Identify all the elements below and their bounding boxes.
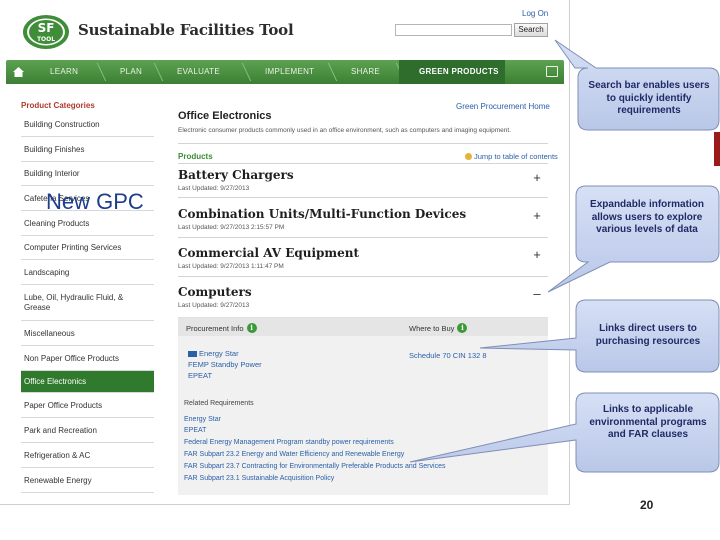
page-number: 20 [640, 498, 654, 512]
callout-search-text: Search bar enables users to quickly iden… [588, 80, 710, 116]
jump-to-toc-link[interactable]: Jump to table of contents [465, 152, 558, 161]
category-sidebar: Product Categories Building Construction… [21, 100, 154, 493]
folder-icon[interactable] [546, 66, 558, 77]
requirement-link[interactable]: FAR Subpart 23.1 Sustainable Acquisition… [184, 475, 334, 482]
decorative-strip [714, 132, 720, 166]
divider [178, 237, 548, 238]
product-date: Last Updated: 9/27/2013 2:15:57 PM [178, 224, 285, 231]
divider [178, 276, 548, 277]
where-to-buy-label: Where to Buy [409, 323, 455, 333]
nav-share[interactable]: SHARE [331, 60, 399, 84]
where-to-buy-header: Where to Buy i [409, 323, 468, 333]
nav-green-products[interactable]: GREEN PRODUCTS [399, 60, 505, 84]
sidebar-item-non-paper-office-products[interactable]: Non Paper Office Products [21, 346, 154, 371]
sidebar-item-park-and-recreation[interactable]: Park and Recreation [21, 418, 154, 443]
logo-text-bottom: TOOL [37, 36, 55, 43]
products-label: Products [178, 152, 213, 161]
sidebar-item-computer-printing-services[interactable]: Computer Printing Services [21, 236, 154, 260]
sidebar-item-building-interior[interactable]: Building Interior [21, 162, 154, 186]
login-link[interactable]: Log On [522, 9, 548, 18]
requirement-link[interactable]: Energy Star [184, 416, 221, 423]
requirement-link[interactable]: FAR Subpart 23.2 Energy and Water Effici… [184, 451, 404, 458]
jump-link-label: Jump to table of contents [474, 152, 558, 161]
where-to-buy-link[interactable]: Schedule 70 CIN 132 8 [409, 351, 487, 360]
product-date: Last Updated: 9/27/2013 [178, 302, 250, 309]
procurement-info-label: Procurement Info [186, 323, 244, 333]
sidebar-item-office-electronics[interactable]: Office Electronics [21, 371, 154, 393]
procurement-link-epeat[interactable]: EPEAT [188, 371, 212, 380]
sidebar-item-miscellaneous[interactable]: Miscellaneous [21, 321, 154, 346]
callout-expand-text: Expandable information allows users to e… [590, 199, 704, 235]
page-title: Office Electronics [178, 110, 272, 122]
search-input[interactable] [395, 24, 512, 36]
info-icon[interactable]: i [457, 323, 468, 333]
sidebar-item-refrigeration-ac[interactable]: Refrigeration & AC [21, 443, 154, 468]
procurement-link-femp[interactable]: FEMP Standby Power [188, 360, 262, 369]
nav-implement[interactable]: IMPLEMENT [245, 60, 331, 84]
computers-expanded-panel: Procurement Info i Where to Buy i Energy… [178, 317, 548, 495]
logo-text-top: SF [38, 21, 55, 35]
nav-learn[interactable]: LEARN [30, 60, 100, 84]
main-nav: LEARN PLAN EVALUATE IMPLEMENT SHARE GREE… [6, 60, 564, 84]
expand-toggle-commercial-av[interactable]: + [532, 248, 542, 261]
sidebar-item-renewable-energy[interactable]: Renewable Energy [21, 468, 154, 493]
procurement-link-energy-star[interactable]: Energy Star [188, 349, 239, 358]
procurement-link-label: Energy Star [199, 349, 239, 358]
nav-evaluate[interactable]: EVALUATE [157, 60, 245, 84]
related-requirements-label: Related Requirements [184, 400, 254, 407]
sidebar-item-building-construction[interactable]: Building Construction [21, 112, 154, 137]
page-description: Electronic consumer products commonly us… [178, 127, 511, 134]
nav-plan[interactable]: PLAN [100, 60, 157, 84]
jump-icon [465, 153, 472, 160]
search-button[interactable]: Search [514, 23, 548, 37]
screenshot-frame: SF TOOL Sustainable Facilities Tool Log … [0, 0, 570, 505]
sidebar-item-building-finishes[interactable]: Building Finishes [21, 137, 154, 162]
energy-star-icon [188, 350, 197, 357]
new-gpc-label: New GPC [46, 189, 144, 214]
green-procurement-home-link[interactable]: Green Procurement Home [456, 102, 550, 111]
product-date: Last Updated: 9/27/2013 1:11:47 PM [178, 263, 284, 270]
divider [178, 163, 548, 164]
collapse-toggle-computers[interactable]: – [532, 287, 542, 300]
product-title-commercial-av[interactable]: Commercial AV Equipment [178, 246, 359, 260]
product-title-computers[interactable]: Computers [178, 285, 252, 299]
sidebar-item-landscaping[interactable]: Landscaping [21, 260, 154, 285]
procurement-info-header: Procurement Info i [186, 323, 257, 333]
expanded-panel-header: Procurement Info i Where to Buy i [178, 318, 548, 336]
home-nav-button[interactable] [6, 60, 30, 84]
divider [178, 197, 548, 198]
expand-toggle-battery-chargers[interactable]: + [532, 171, 542, 184]
callout-far-text: Links to applicable environmental progra… [589, 404, 707, 440]
divider [178, 143, 548, 144]
site-title: Sustainable Facilities Tool [78, 21, 294, 39]
expand-toggle-combination-units[interactable]: + [532, 209, 542, 222]
product-title-battery-chargers[interactable]: Battery Chargers [178, 168, 294, 182]
home-icon [12, 67, 24, 77]
requirement-link[interactable]: Federal Energy Management Program standb… [184, 439, 394, 446]
info-icon[interactable]: i [246, 323, 257, 333]
requirement-link[interactable]: FAR Subpart 23.7 Contracting for Environ… [184, 463, 445, 470]
sidebar-item-lube-oil[interactable]: Lube, Oil, Hydraulic Fluid, & Grease [21, 285, 154, 321]
sf-tool-logo[interactable]: SF TOOL [22, 14, 70, 50]
sidebar-item-paper-office-products[interactable]: Paper Office Products [21, 393, 154, 418]
sidebar-title: Product Categories [21, 101, 95, 110]
requirement-link[interactable]: EPEAT [184, 427, 206, 434]
callout-purchasing-text: Links direct users to purchasing resourc… [595, 323, 701, 347]
product-title-combination-units[interactable]: Combination Units/Multi-Function Devices [178, 207, 466, 221]
product-date: Last Updated: 9/27/2013 [178, 185, 250, 192]
